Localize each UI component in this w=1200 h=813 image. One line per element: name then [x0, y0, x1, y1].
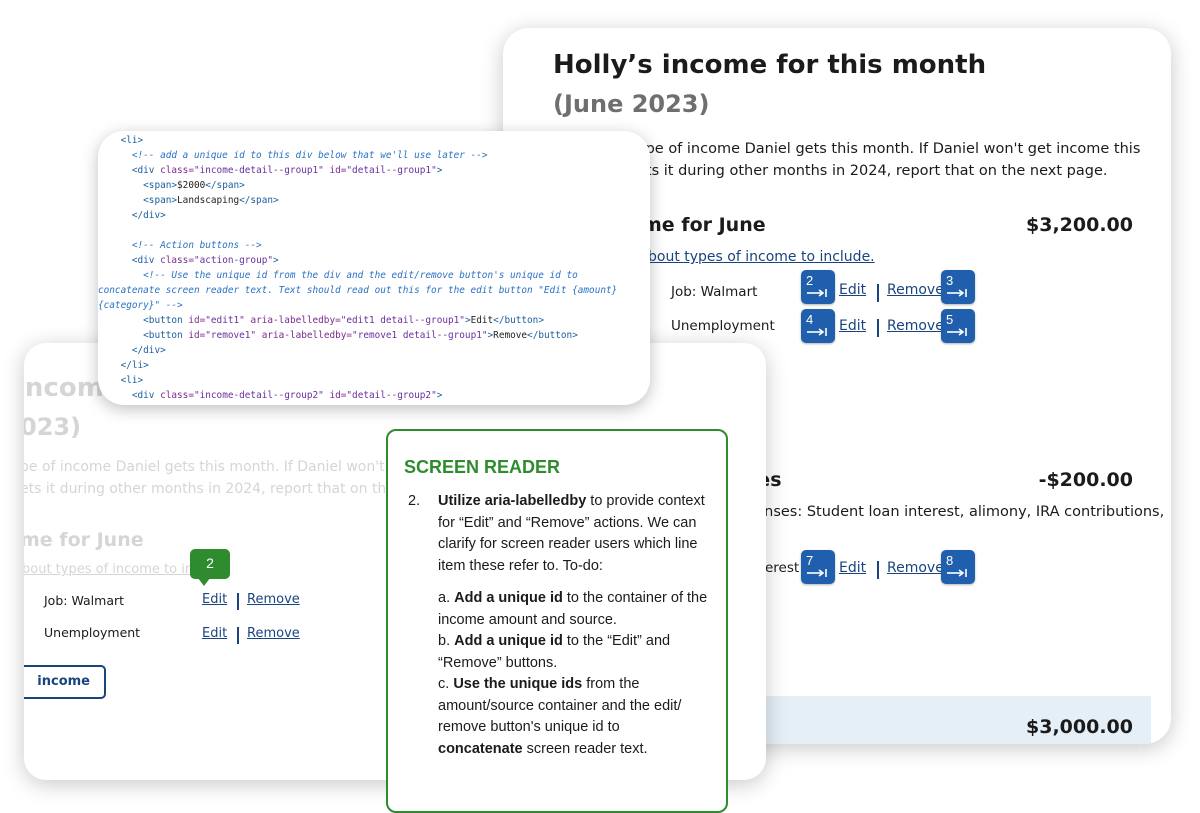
code-line: <li>	[120, 135, 144, 146]
income-section-title: me for June	[642, 214, 766, 236]
edit-unemployment-button[interactable]: Edit	[202, 626, 227, 641]
income-types-link[interactable]: bout types of income to include.	[648, 249, 875, 265]
code-line: <!-- add a unique id to this div below t…	[131, 150, 488, 161]
tab-arrow-icon	[947, 289, 967, 297]
tab-order-badge: 7	[801, 550, 835, 584]
tab-order-badge: 2	[801, 270, 835, 304]
step-number: 2.	[408, 493, 421, 509]
code-line: <span>$2000</span>	[143, 180, 245, 191]
row-label-interest: erest	[765, 560, 800, 576]
code-line: </div>	[131, 210, 166, 221]
code-line: <div class="income-detail--group1" id="d…	[131, 165, 443, 176]
code-snippet-card: <li> <!-- add a unique id to this div be…	[98, 131, 650, 405]
code-line: <!-- Action buttons -->	[131, 240, 262, 251]
tab-order-badge: 5	[941, 309, 975, 343]
code-line: concatenate screen reader text. Text sho…	[98, 285, 618, 296]
row-label-unemployment: Unemployment	[44, 625, 141, 640]
faded-intro-line-2: ets it during other months in 2024, repo…	[24, 481, 431, 497]
edit-unemployment-button[interactable]: Edit	[839, 318, 866, 334]
row-label-unemployment: Unemployment	[671, 318, 775, 334]
remove-walmart-button[interactable]: Remove	[887, 282, 944, 298]
faded-section-title: me for June	[24, 529, 144, 551]
todo-a: a. Add a unique id to the container of t…	[438, 590, 708, 628]
tab-order-badge: 3	[941, 270, 975, 304]
add-income-button[interactable]: income	[24, 665, 106, 699]
faded-subtitle: 023)	[24, 413, 82, 441]
tab-order-badge: 4	[801, 309, 835, 343]
remove-interest-button[interactable]: Remove	[887, 560, 944, 576]
tab-arrow-icon	[947, 569, 967, 577]
code-line: <button id="remove1" aria-labelledby="re…	[143, 330, 578, 341]
tab-order-badge: 8	[941, 550, 975, 584]
edit-walmart-button[interactable]: Edit	[839, 282, 866, 298]
tab-arrow-icon	[807, 289, 827, 297]
row-label-walmart: Job: Walmart	[671, 284, 758, 300]
row-label-walmart: Job: Walmart	[44, 593, 125, 608]
remove-unemployment-button[interactable]: Remove	[887, 318, 944, 334]
tab-order-callout: 2	[190, 549, 230, 586]
edit-interest-button[interactable]: Edit	[839, 560, 866, 576]
total-amount: $3,000.00	[1026, 716, 1133, 738]
tab-arrow-icon	[807, 328, 827, 336]
code-line: </div>	[131, 345, 166, 356]
intro-text: ype of income Daniel gets this month. If…	[637, 141, 1141, 179]
page-subtitle: (June 2023)	[553, 90, 710, 118]
faded-intro-line-1: pe of income Daniel gets this month. If …	[24, 459, 430, 475]
remove-unemployment-button[interactable]: Remove	[247, 626, 300, 641]
screen-reader-body: Utilize aria-labelledby to provide conte…	[438, 491, 708, 760]
action-divider	[237, 627, 239, 644]
action-divider	[877, 319, 879, 337]
screen-reader-heading: SCREEN READER	[404, 457, 561, 477]
lead-paragraph: Utilize aria-labelledby to provide conte…	[438, 493, 705, 574]
screen-reader-note: SCREEN READER 2. Utilize aria-labelledby…	[386, 429, 728, 813]
code-line: <li>	[120, 375, 144, 386]
income-section-amount: $3,200.00	[1026, 214, 1133, 236]
code-line: <button id="edit1" aria-labelledby="edit…	[143, 315, 544, 326]
remove-walmart-button[interactable]: Remove	[247, 592, 300, 607]
code-block: <li> <!-- add a unique id to this div be…	[98, 133, 650, 403]
todo-c: c. Use the unique ids from the amount/so…	[438, 676, 682, 757]
code-line: <!-- Use the unique id from the div and …	[143, 270, 578, 281]
todo-b: b. Add a unique id to the “Edit” and “Re…	[438, 633, 671, 671]
code-line: <span>Landscaping</span>	[143, 195, 279, 206]
page-title: Holly’s income for this month	[553, 50, 987, 80]
code-line: <div class="income-detail--group2" id="d…	[131, 390, 443, 401]
code-line: </li>	[120, 360, 149, 371]
expense-description: penses: Student loan interest, alimony, …	[746, 504, 1165, 520]
tab-arrow-icon	[807, 569, 827, 577]
action-divider	[237, 593, 239, 610]
action-divider	[877, 561, 879, 579]
tab-arrow-icon	[947, 328, 967, 336]
expense-section-amount: -$200.00	[1038, 469, 1133, 491]
action-divider	[877, 284, 879, 302]
edit-walmart-button[interactable]: Edit	[202, 592, 227, 607]
code-line: {category}" -->	[98, 300, 183, 311]
code-line: <div class="action-group">	[131, 255, 279, 266]
